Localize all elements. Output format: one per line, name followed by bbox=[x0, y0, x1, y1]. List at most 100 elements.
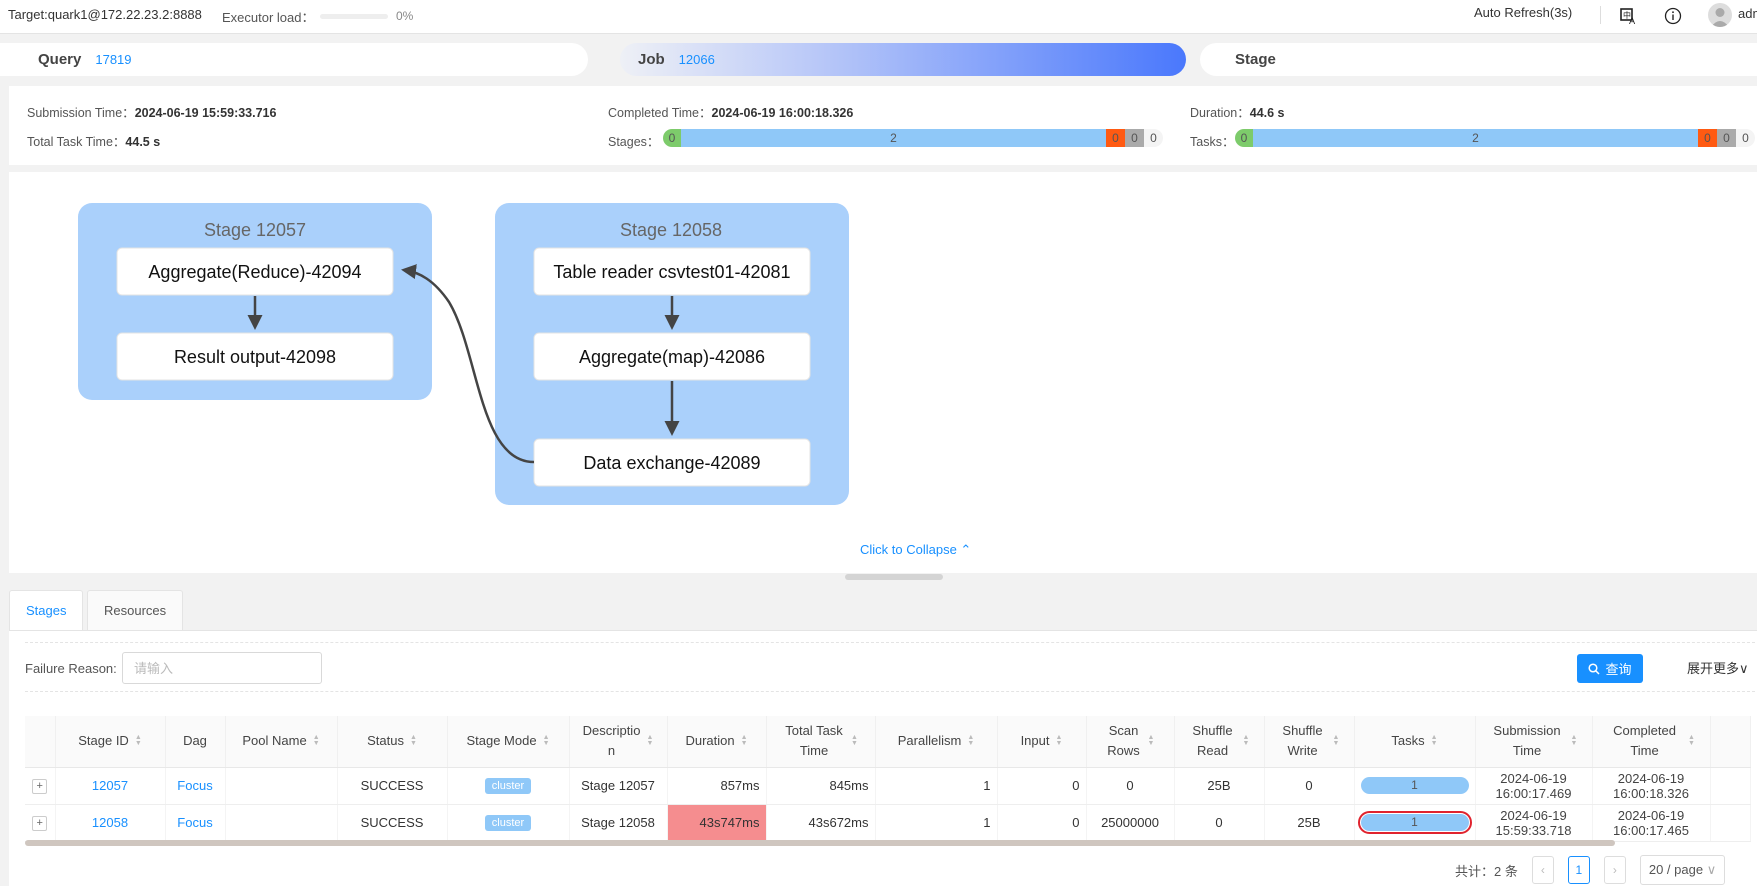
col-completed-time[interactable]: Completed Time ▲ ▼ bbox=[1592, 716, 1711, 768]
dag-node-label: Table reader csvtest01-42081 bbox=[553, 262, 790, 282]
tasks-progress-pill[interactable]: 1 bbox=[1360, 777, 1469, 794]
col-extra bbox=[1710, 716, 1751, 768]
page-1-button[interactable]: 1 bbox=[1567, 856, 1590, 884]
breadcrumb-stage[interactable]: Stage bbox=[1200, 43, 1757, 76]
prev-page-button[interactable]: ‹ bbox=[1531, 856, 1554, 884]
dag-node-label: Result output-42098 bbox=[174, 347, 336, 367]
job-id-link[interactable]: 12066 bbox=[679, 52, 715, 67]
next-page-button[interactable]: › bbox=[1603, 856, 1626, 884]
auto-refresh-toggle[interactable]: Auto Refresh(3s) bbox=[1474, 5, 1572, 20]
breadcrumb-query[interactable]: Query 17819 bbox=[0, 43, 588, 76]
avatar[interactable] bbox=[1708, 3, 1732, 27]
translate-icon[interactable]: 中A bbox=[1617, 5, 1639, 27]
col-description[interactable]: Descriptio n ▲ ▼ bbox=[569, 716, 668, 768]
query-label: Query bbox=[38, 51, 82, 68]
dag-focus-link[interactable]: Focus bbox=[177, 778, 212, 793]
stages-progress-bar: 0 2 0 0 0 bbox=[663, 129, 1163, 147]
col-tasks[interactable]: Tasks ▲ ▼ bbox=[1354, 716, 1476, 768]
total-task-time-label: Total Task Time： bbox=[27, 135, 126, 149]
duration-label: Duration： bbox=[1190, 106, 1250, 120]
submission-time-label: Submission Time： bbox=[27, 106, 135, 120]
duration-cell: 857ms bbox=[667, 767, 767, 805]
completed-time: Completed Time：2024-06-19 16:00:18.326 bbox=[608, 102, 853, 121]
page-size-select[interactable]: 20 / page ∨ bbox=[1639, 855, 1726, 885]
total-task-time-cell: 43s672ms bbox=[766, 804, 876, 842]
shuffle-read-cell: 25B bbox=[1174, 767, 1265, 805]
target-address: Target:quark1@172.22.23.2:8888 bbox=[8, 7, 202, 22]
dag-focus-link[interactable]: Focus bbox=[177, 815, 212, 830]
stage-mode-tag: cluster bbox=[484, 815, 532, 831]
tasks-blue-segment: 2 bbox=[1253, 129, 1698, 147]
resize-handle[interactable] bbox=[845, 574, 943, 580]
stage-id-link[interactable]: 12057 bbox=[92, 778, 128, 793]
sort-icon: ▲ ▼ bbox=[967, 734, 975, 748]
sort-icon: ▲ ▼ bbox=[1430, 734, 1438, 748]
stages-content: Failure Reason: 查询 展开更多∨ Stage ID▲▼ Dag … bbox=[9, 630, 1757, 886]
executor-load-bar bbox=[320, 14, 388, 19]
stages-blue-segment: 2 bbox=[681, 129, 1106, 147]
page-size-value: 20 / page bbox=[1648, 862, 1704, 877]
user-name[interactable]: admin bbox=[1738, 6, 1757, 21]
stage-id-link[interactable]: 12058 bbox=[92, 815, 128, 830]
sort-icon: ▲ ▼ bbox=[134, 734, 142, 748]
sort-icon: ▲ ▼ bbox=[1332, 734, 1340, 748]
stage-label: Stage bbox=[1235, 51, 1276, 68]
info-icon[interactable] bbox=[1662, 5, 1684, 27]
tasks-gray-segment: 0 bbox=[1717, 129, 1736, 147]
tasks-progress-pill[interactable]: 1 bbox=[1357, 811, 1472, 834]
col-duration[interactable]: Duration ▲ ▼ bbox=[667, 716, 767, 768]
total-task-time-cell: 845ms bbox=[766, 767, 876, 805]
sort-icon: ▲ ▼ bbox=[646, 734, 654, 748]
col-input[interactable]: Input ▲ ▼ bbox=[997, 716, 1087, 768]
tasks-orange-segment: 0 bbox=[1698, 129, 1717, 147]
breadcrumb-job[interactable]: Job 12066 bbox=[620, 43, 1186, 76]
expand-row-button[interactable]: + bbox=[32, 816, 48, 831]
tasks-green-segment: 0 bbox=[1235, 129, 1253, 147]
stage-mode-tag: cluster bbox=[484, 778, 532, 794]
search-icon bbox=[1588, 662, 1601, 675]
pool-name-cell bbox=[225, 767, 338, 805]
col-submission-time[interactable]: Submission Time ▲ ▼ bbox=[1475, 716, 1593, 768]
col-shuffle-write[interactable]: Shuffle Write ▲ ▼ bbox=[1264, 716, 1355, 768]
job-info-panel: Submission Time：2024-06-19 15:59:33.716 … bbox=[9, 86, 1757, 165]
total-task-time: Total Task Time：44.5 s bbox=[27, 131, 160, 150]
input-cell: 0 bbox=[997, 767, 1087, 805]
tab-resources[interactable]: Resources bbox=[87, 590, 184, 630]
description-cell: Stage 12058 bbox=[569, 804, 668, 842]
tab-stages[interactable]: Stages bbox=[9, 590, 84, 631]
completed-time-label: Completed Time： bbox=[608, 106, 712, 120]
divider bbox=[25, 691, 1757, 692]
col-stage-id[interactable]: Stage ID ▲ ▼ bbox=[55, 716, 166, 768]
col-total-task-time[interactable]: Total Task Time ▲ ▼ bbox=[766, 716, 876, 768]
col-scan-rows[interactable]: Scan Rows ▲ ▼ bbox=[1086, 716, 1175, 768]
expand-more-link[interactable]: 展开更多∨ bbox=[1687, 658, 1749, 677]
horizontal-scrollbar[interactable] bbox=[25, 840, 1615, 846]
col-shuffle-read[interactable]: Shuffle Read ▲ ▼ bbox=[1174, 716, 1265, 768]
expand-row-button[interactable]: + bbox=[32, 779, 48, 794]
col-pool-name[interactable]: Pool Name ▲ ▼ bbox=[225, 716, 338, 768]
shuffle-read-cell: 0 bbox=[1174, 804, 1265, 842]
table-row: + 12058 Focus SUCCESS cluster Stage 1205… bbox=[25, 804, 1751, 842]
svg-text:A: A bbox=[1629, 17, 1636, 25]
breadcrumb: Query 17819 Job 12066 Stage bbox=[0, 40, 1757, 80]
col-status[interactable]: Status ▲ ▼ bbox=[337, 716, 448, 768]
total-task-time-value: 44.5 s bbox=[125, 135, 161, 149]
col-stage-mode[interactable]: Stage Mode ▲ ▼ bbox=[447, 716, 570, 768]
top-bar: Target:quark1@172.22.23.2:8888 Executor … bbox=[0, 0, 1757, 34]
sort-icon: ▲ ▼ bbox=[1147, 734, 1155, 748]
col-parallelism[interactable]: Parallelism ▲ ▼ bbox=[875, 716, 998, 768]
submission-time: 15:59:33.718 bbox=[1495, 822, 1572, 838]
dag-stage-title: Stage 12058 bbox=[620, 220, 722, 240]
failure-reason-input[interactable] bbox=[122, 652, 322, 684]
completed-time-value: 2024-06-19 16:00:18.326 bbox=[711, 106, 854, 120]
shuffle-write-cell: 0 bbox=[1264, 767, 1355, 805]
completed-date: 2024-06-19 bbox=[1617, 770, 1685, 786]
query-id-link[interactable]: 17819 bbox=[95, 52, 131, 67]
query-button[interactable]: 查询 bbox=[1577, 654, 1643, 683]
sort-icon: ▲ ▼ bbox=[409, 734, 417, 748]
dag-node-label: Data exchange-42089 bbox=[583, 453, 760, 473]
submission-time: Submission Time：2024-06-19 15:59:33.716 bbox=[27, 102, 276, 121]
sort-icon: ▲ ▼ bbox=[1055, 734, 1063, 748]
stages-white-segment: 0 bbox=[1144, 129, 1163, 147]
collapse-dag-link[interactable]: Click to Collapse ⌃ bbox=[860, 542, 971, 558]
